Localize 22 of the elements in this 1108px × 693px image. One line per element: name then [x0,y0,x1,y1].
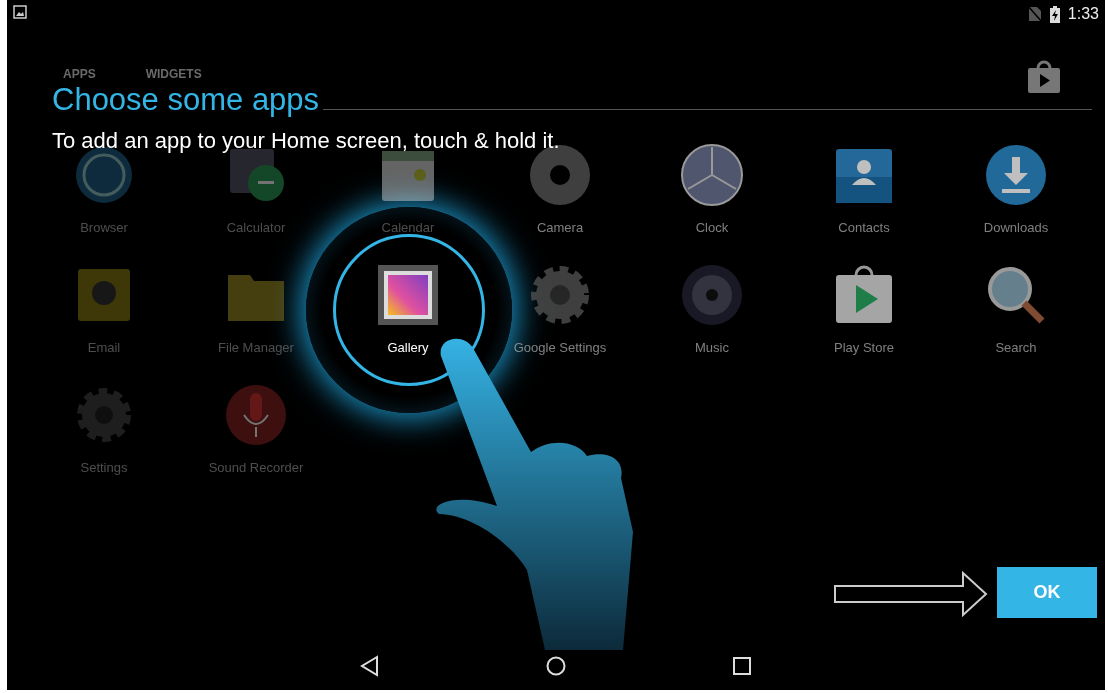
cling-message: To add an app to your Home screen, touch & hold it. [52,128,561,154]
app-label[interactable]: Calculator [226,220,286,235]
app-label[interactable]: Sound Recorder [208,460,304,475]
cling-title: Choose some apps [52,82,320,118]
ok-button[interactable]: OK [997,567,1097,618]
app-label[interactable]: Play Store [834,340,894,355]
app-label[interactable]: Downloads [983,220,1049,235]
app-label[interactable]: File Manager [218,340,294,355]
clock-time: 1:33 [1067,5,1099,23]
app-label[interactable]: Google Settings [513,340,607,355]
app-label[interactable]: Email [87,340,121,355]
app-label[interactable]: Gallery [387,340,429,355]
tab[interactable]: APPS [63,67,96,81]
app-label[interactable]: Contacts [838,220,890,235]
app-label[interactable]: Camera [536,220,584,235]
app-label[interactable]: Search [995,340,1037,355]
app-label[interactable]: Settings [80,460,128,475]
app-label[interactable]: Calendar [381,220,435,235]
app-label[interactable]: Clock [695,220,729,235]
tab[interactable]: WIDGETS [145,67,202,81]
app-label[interactable]: Browser [80,220,128,235]
app-label[interactable]: Music [695,340,729,355]
